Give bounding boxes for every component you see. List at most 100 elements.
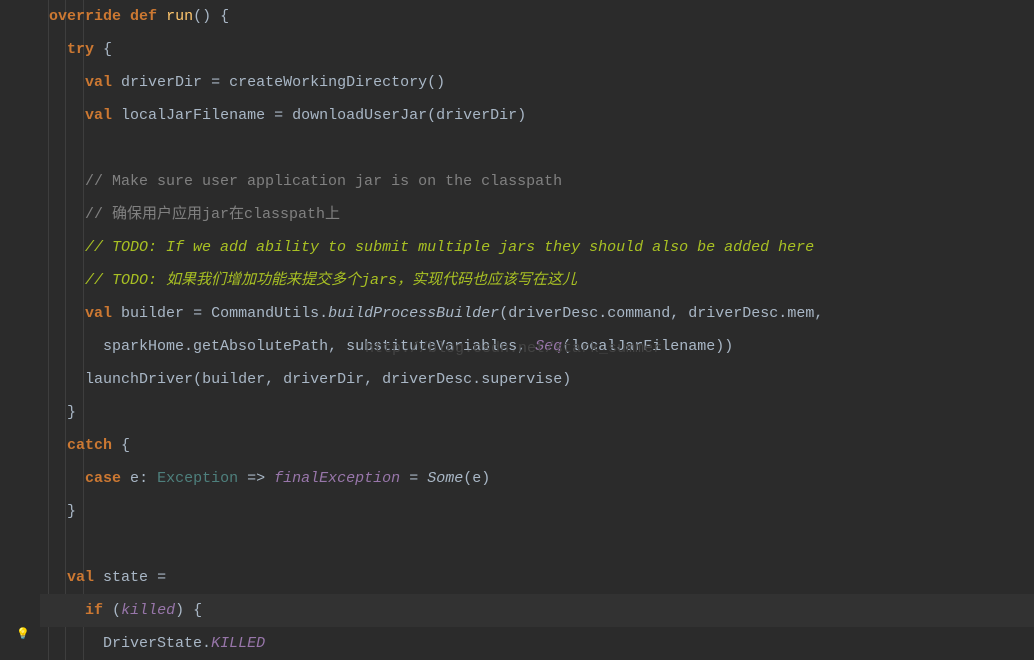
identifier: localJarFilename bbox=[121, 107, 265, 124]
editor-container: 💡 http://blog.csdn.net/stark_summer over… bbox=[0, 0, 1034, 660]
identifier: downloadUserJar bbox=[292, 107, 427, 124]
lightbulb-icon[interactable]: 💡 bbox=[16, 619, 30, 652]
code-line[interactable]: } bbox=[40, 495, 1034, 528]
punct: ( bbox=[499, 305, 508, 322]
code-line[interactable]: } bbox=[40, 396, 1034, 429]
punct: ) bbox=[175, 602, 184, 619]
identifier: localJarFilename bbox=[571, 338, 715, 355]
identifier: getAbsolutePath bbox=[193, 338, 328, 355]
code-line[interactable]: val driverDir = createWorkingDirectory() bbox=[40, 66, 1034, 99]
code-line[interactable] bbox=[40, 528, 1034, 561]
keyword: val bbox=[67, 569, 94, 586]
code-line[interactable]: // TODO: 如果我们增加功能来提交多个jars，实现代码也应该写在这儿 bbox=[40, 264, 1034, 297]
punct: . bbox=[202, 635, 211, 652]
identifier: launchDriver bbox=[85, 371, 193, 388]
code-line[interactable]: sparkHome.getAbsolutePath, substituteVar… bbox=[40, 330, 1034, 363]
field: finalException bbox=[274, 470, 400, 487]
keyword: if bbox=[85, 602, 103, 619]
identifier: builder bbox=[121, 305, 184, 322]
identifier: state bbox=[103, 569, 148, 586]
identifier: CommandUtils bbox=[211, 305, 319, 322]
identifier: driverDesc bbox=[688, 305, 778, 322]
code-line[interactable]: val builder = CommandUtils.buildProcessB… bbox=[40, 297, 1034, 330]
builtin: Some bbox=[427, 470, 463, 487]
punct: . bbox=[319, 305, 328, 322]
builtin: Seq bbox=[535, 338, 562, 355]
keyword: try bbox=[67, 41, 94, 58]
punct: { bbox=[103, 41, 112, 58]
code-line[interactable]: val state = bbox=[40, 561, 1034, 594]
punct: ) bbox=[724, 338, 733, 355]
op: = bbox=[274, 107, 283, 124]
code-line[interactable]: launchDriver(builder, driverDir, driverD… bbox=[40, 363, 1034, 396]
op: = bbox=[157, 569, 166, 586]
todo-comment: // TODO: If we add ability to submit mul… bbox=[85, 239, 814, 256]
punct: ( bbox=[193, 371, 202, 388]
code-line[interactable]: case e: Exception => finalException = So… bbox=[40, 462, 1034, 495]
todo-comment: // TODO: 如果我们增加功能来提交多个jars，实现代码也应该写在这儿 bbox=[85, 272, 577, 289]
field: killed bbox=[121, 602, 175, 619]
punct: . bbox=[184, 338, 193, 355]
identifier: substituteVariables bbox=[346, 338, 517, 355]
punct: , bbox=[364, 371, 373, 388]
method: buildProcessBuilder bbox=[328, 305, 499, 322]
keyword: case bbox=[85, 470, 121, 487]
comment: // 确保用户应用jar在classpath上 bbox=[85, 206, 340, 223]
code-lines: override def run() { try { val driverDir… bbox=[40, 0, 1034, 660]
punct: , bbox=[265, 371, 274, 388]
punct: . bbox=[778, 305, 787, 322]
punct: ) bbox=[562, 371, 571, 388]
identifier: driverDesc bbox=[382, 371, 472, 388]
op: = bbox=[211, 74, 220, 91]
punct: ) bbox=[436, 74, 445, 91]
identifier: driverDesc bbox=[508, 305, 598, 322]
punct: ) bbox=[202, 8, 211, 25]
punct: } bbox=[67, 503, 76, 520]
punct: ( bbox=[112, 602, 121, 619]
keyword: def bbox=[130, 8, 157, 25]
punct: , bbox=[328, 338, 337, 355]
keyword: override bbox=[49, 8, 121, 25]
punct: { bbox=[220, 8, 229, 25]
identifier: sparkHome bbox=[103, 338, 184, 355]
identifier: command bbox=[607, 305, 670, 322]
code-line[interactable]: // 确保用户应用jar在classpath上 bbox=[40, 198, 1034, 231]
code-line[interactable]: // Make sure user application jar is on … bbox=[40, 165, 1034, 198]
identifier: e bbox=[472, 470, 481, 487]
punct: ) bbox=[517, 107, 526, 124]
punct: } bbox=[67, 404, 76, 421]
punct: , bbox=[814, 305, 823, 322]
punct: ( bbox=[193, 8, 202, 25]
identifier: driverDir bbox=[121, 74, 202, 91]
punct: ( bbox=[463, 470, 472, 487]
code-area[interactable]: http://blog.csdn.net/stark_summer overri… bbox=[40, 0, 1034, 660]
code-line[interactable]: override def run() { bbox=[40, 0, 1034, 33]
code-line[interactable]: catch { bbox=[40, 429, 1034, 462]
punct: . bbox=[472, 371, 481, 388]
punct: ( bbox=[427, 107, 436, 124]
code-line[interactable]: DriverState.KILLED bbox=[40, 627, 1034, 660]
code-line[interactable]: try { bbox=[40, 33, 1034, 66]
gutter: 💡 bbox=[0, 0, 40, 660]
keyword: val bbox=[85, 305, 112, 322]
punct: ) bbox=[481, 470, 490, 487]
identifier: createWorkingDirectory bbox=[229, 74, 427, 91]
code-line[interactable]: val localJarFilename = downloadUserJar(d… bbox=[40, 99, 1034, 132]
identifier: supervise bbox=[481, 371, 562, 388]
punct: : bbox=[139, 470, 148, 487]
identifier: DriverState bbox=[103, 635, 202, 652]
punct: . bbox=[598, 305, 607, 322]
identifier: mem bbox=[787, 305, 814, 322]
keyword: catch bbox=[67, 437, 112, 454]
function-name: run bbox=[166, 8, 193, 25]
op: => bbox=[247, 470, 265, 487]
code-line[interactable] bbox=[40, 132, 1034, 165]
op: = bbox=[409, 470, 418, 487]
punct: , bbox=[670, 305, 679, 322]
constant: KILLED bbox=[211, 635, 265, 652]
code-line-active[interactable]: if (killed) { bbox=[40, 594, 1034, 627]
identifier: driverDir bbox=[436, 107, 517, 124]
op: = bbox=[193, 305, 202, 322]
code-line[interactable]: // TODO: If we add ability to submit mul… bbox=[40, 231, 1034, 264]
comment: // Make sure user application jar is on … bbox=[85, 173, 562, 190]
